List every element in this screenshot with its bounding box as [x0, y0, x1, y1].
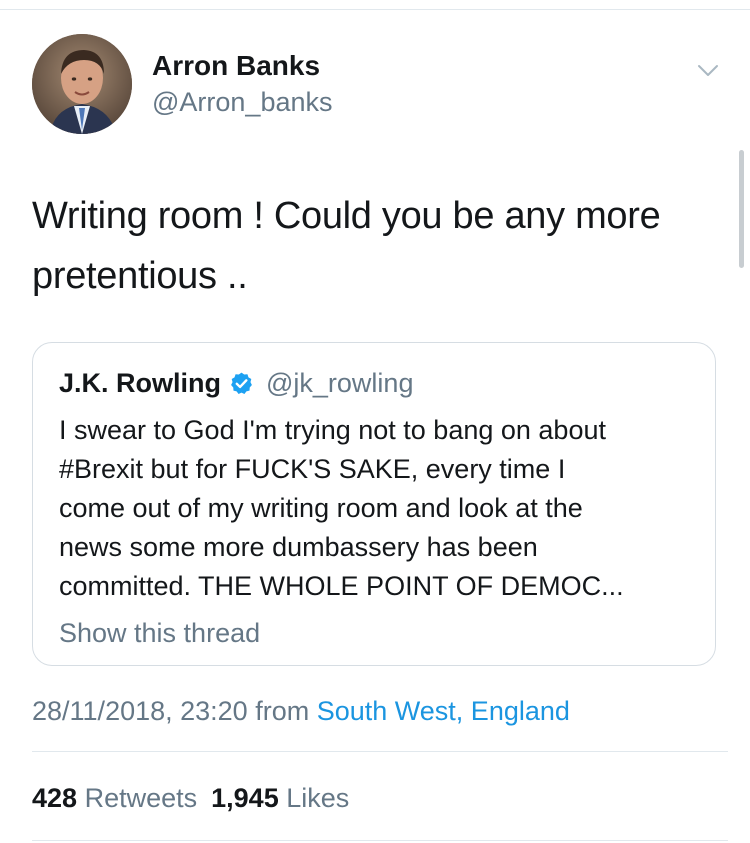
avatar[interactable]: [32, 34, 132, 134]
quoted-tweet-card[interactable]: J.K. Rowling @jk_rowling I swear to God …: [32, 342, 716, 666]
likes-stat[interactable]: 1,945 Likes: [211, 783, 349, 813]
retweets-label: Retweets: [84, 783, 198, 813]
retweets-count: 428: [32, 783, 78, 813]
likes-label: Likes: [286, 783, 350, 813]
likes-count: 1,945: [211, 783, 279, 813]
retweets-stat[interactable]: 428 Retweets: [32, 783, 197, 813]
tweet-text: Writing room ! Could you be any more pre…: [32, 195, 661, 297]
quoted-tweet-header: J.K. Rowling @jk_rowling: [59, 365, 413, 401]
quoted-author-name[interactable]: J.K. Rowling: [59, 368, 221, 399]
tweet-metadata: 28/11/2018, 23:20 from South West, Engla…: [32, 694, 570, 728]
tweet-stats: 428 Retweets 1,945 Likes: [32, 781, 349, 815]
chevron-down-icon[interactable]: [694, 56, 722, 84]
from-label: from: [255, 696, 310, 726]
location-link[interactable]: South West, England: [317, 696, 570, 726]
scrollbar[interactable]: [739, 150, 744, 268]
verified-badge-icon: [229, 371, 254, 396]
author-display-name[interactable]: Arron Banks: [152, 50, 320, 82]
stats-divider-top: [32, 751, 728, 752]
tweet-header: Arron Banks @Arron_banks: [32, 34, 722, 134]
quoted-tweet-text: I swear to God I'm trying not to bang on…: [59, 415, 624, 601]
tweet-timestamp[interactable]: 28/11/2018, 23:20: [32, 696, 248, 726]
show-thread-link[interactable]: Show this thread: [59, 617, 260, 649]
stats-divider-bottom: [32, 840, 728, 841]
quoted-author-handle[interactable]: @jk_rowling: [266, 368, 413, 399]
top-divider: [0, 9, 750, 10]
author-handle[interactable]: @Arron_banks: [152, 86, 333, 118]
avatar-photo: [32, 34, 132, 134]
